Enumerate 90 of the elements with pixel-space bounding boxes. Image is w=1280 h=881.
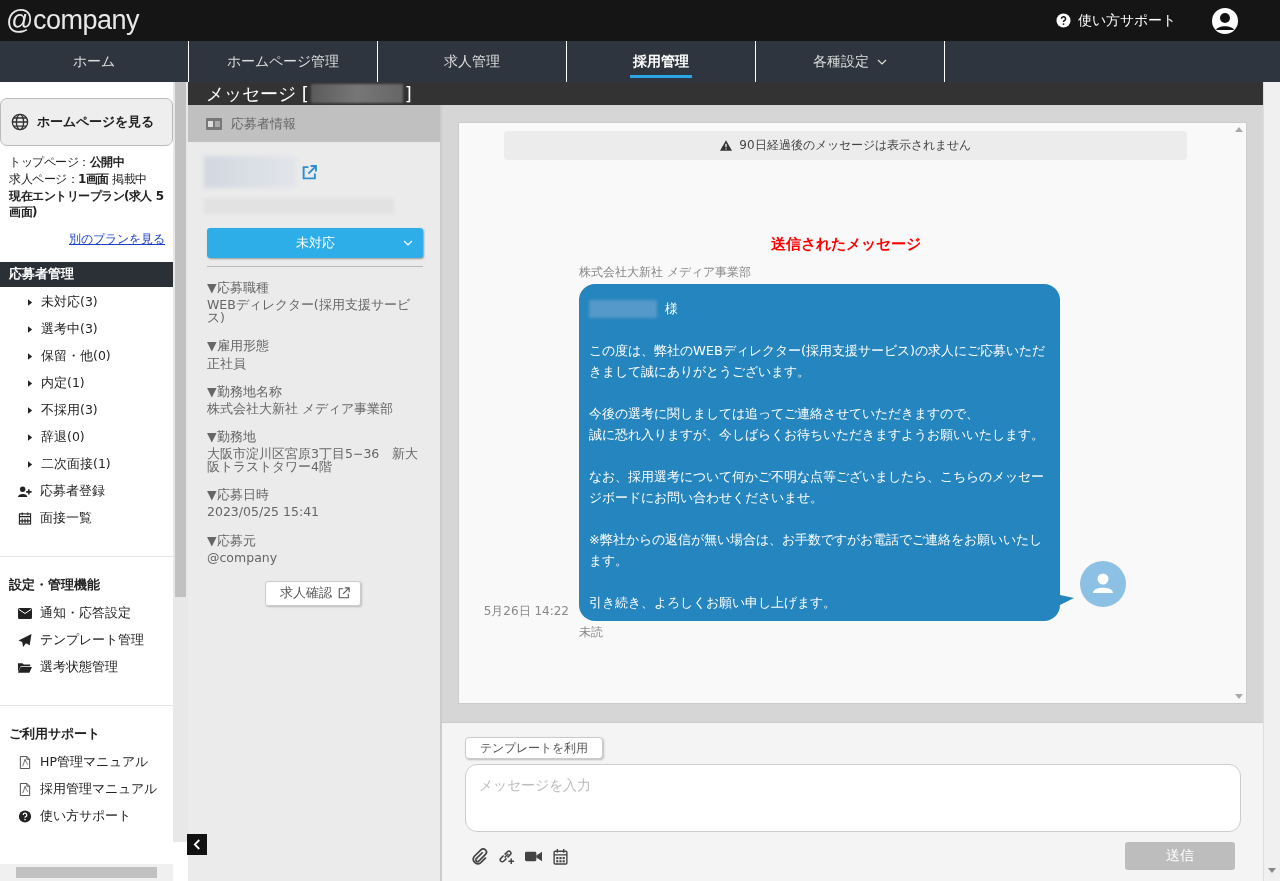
external-link-icon[interactable]	[302, 164, 317, 180]
sidebar-item[interactable]: 使い方サポート	[0, 803, 173, 831]
sidebar-item[interactable]: 二次面接(1)	[0, 451, 173, 479]
collapse-button[interactable]	[187, 834, 207, 855]
triangle-right-icon	[28, 352, 33, 362]
status-line: トップページ：公開中	[9, 154, 125, 171]
message-input[interactable]: メッセージを入力	[465, 764, 1241, 832]
calendar-icon[interactable]	[552, 847, 569, 865]
view-homepage-button[interactable]: ホームページを見る	[0, 98, 173, 146]
field-value: @company	[207, 550, 279, 564]
message-text: 引き続き、よろしくお願い申し上げます。	[589, 594, 837, 612]
sidebar-item[interactable]: HP管理マニュアル	[0, 749, 173, 777]
use-template-button[interactable]: テンプレートを利用	[465, 737, 603, 759]
field-label: ▼応募日時	[207, 488, 270, 502]
user-avatar-icon	[1080, 561, 1126, 607]
field-label: ▼応募職種	[207, 281, 270, 295]
page-title: メッセージ [	[206, 81, 309, 106]
id-card-icon	[206, 117, 222, 130]
chevron-down-icon	[403, 240, 413, 246]
sidebar-item[interactable]: 選考中(3)	[0, 316, 173, 344]
add-user-icon	[18, 485, 32, 499]
view-job-button[interactable]: 求人確認	[265, 580, 361, 606]
sidebar-item[interactable]: 保留・他(0)	[0, 343, 173, 371]
field-label: ▼雇用形態	[207, 339, 270, 353]
field-value: 2023/05/25 15:41	[207, 505, 321, 519]
field-value: 株式会社大新社 メディア事業部	[207, 401, 394, 415]
chevron-left-icon	[192, 839, 202, 850]
other-plans-link[interactable]: 別のプランを見る	[0, 231, 165, 249]
paperclip-icon[interactable]	[471, 847, 488, 865]
triangle-right-icon	[28, 406, 33, 416]
triangle-right-icon	[28, 433, 33, 443]
support-link[interactable]: 使い方サポート	[1056, 11, 1176, 30]
document-icon	[18, 783, 32, 797]
section-title: 送信されたメッセージ	[769, 235, 922, 254]
scroll-up-icon	[1235, 127, 1243, 132]
paper-plane-icon	[18, 634, 32, 648]
sidebar-item[interactable]: 選考状態管理	[0, 654, 173, 682]
triangle-right-icon	[28, 298, 33, 308]
sender-name: 株式会社大新社 メディア事業部	[579, 264, 752, 281]
field-value: 大阪市淀川区宮原3丁目5−36 新大阪トラストタワー4階	[207, 447, 420, 474]
sidebar-item[interactable]: 内定(1)	[0, 370, 173, 398]
message-text: 誠に恐れ入りますが、今しばらくお待ちいただきますようお願いいたします。	[589, 426, 1045, 444]
triangle-right-icon	[28, 379, 33, 389]
field-label: ▼勤務地	[207, 429, 257, 443]
triangle-right-icon	[28, 460, 33, 470]
message-text: この度は、弊社のWEBディレクター(採用支援サービス)の求人にご応募いただきまして誠にありがとうございます。	[589, 342, 1047, 381]
notice-text: 90日経過後のメッセージは表示されません	[739, 137, 971, 154]
help-icon	[18, 810, 32, 824]
status-line: 求人ページ：1画面 掲載中	[9, 170, 148, 188]
sidebar-item[interactable]: 面接一覧	[0, 505, 173, 533]
external-link-icon	[338, 587, 350, 600]
panel-title: 応募者情報	[231, 114, 296, 133]
scroll-down-icon	[1235, 694, 1243, 699]
sidebar-item[interactable]: 未対応(3)	[0, 289, 173, 317]
section-heading: 応募者管理	[0, 262, 173, 288]
sidebar-item[interactable]: 辞退(0)	[0, 424, 173, 452]
field-value: WEBディレクター(採用支援サービス)	[207, 298, 411, 325]
sidebar-item[interactable]: 採用管理マニュアル	[0, 776, 173, 804]
chevron-down-icon	[877, 58, 887, 65]
page-title: ]	[404, 83, 412, 104]
warning-icon	[720, 140, 733, 151]
sidebar-item[interactable]: テンプレート管理	[0, 627, 173, 655]
scroll-down-icon	[1268, 868, 1276, 873]
user-avatar-icon[interactable]	[1212, 7, 1238, 34]
read-status: 未読	[579, 624, 604, 641]
message-text: ※弊社からの返信が無い場合は、お手数ですがお電話でご連絡をお願いいたします。	[589, 531, 1043, 570]
scrollbar[interactable]	[1263, 82, 1280, 881]
scrollbar[interactable]	[0, 864, 173, 881]
message-time: 5月26日 14:22	[482, 603, 570, 620]
field-value: 正社員	[207, 356, 247, 370]
sidebar-item[interactable]: 不採用(3)	[0, 397, 173, 425]
envelope-icon	[18, 607, 32, 621]
scrollbar[interactable]	[173, 82, 188, 842]
sidebar-item[interactable]: 通知・応答設定	[0, 600, 173, 628]
document-icon	[18, 756, 32, 770]
link-add-icon[interactable]	[498, 847, 515, 865]
folder-icon	[18, 661, 32, 675]
redacted-name	[589, 299, 657, 318]
message-text: 今後の選考に関しましては追ってご連絡させていただきますので、	[589, 405, 980, 423]
triangle-right-icon	[28, 325, 33, 335]
field-label: ▼勤務地名称	[207, 384, 283, 398]
field-label: ▼応募元	[207, 533, 257, 547]
sidebar-item[interactable]: 応募者登録	[0, 478, 173, 506]
globe-icon	[11, 113, 29, 131]
status-line: 現在エントリープラン(求人 5画面)	[9, 187, 165, 222]
calendar-icon	[18, 512, 32, 526]
salutation: 様	[665, 300, 678, 318]
help-icon	[1056, 13, 1071, 28]
message-text: なお、採用選考について何かご不明な点等ございましたら、こちらのメッセージボードにお問い合わせくださいませ。	[589, 468, 1045, 507]
logo[interactable]: @company	[6, 5, 139, 36]
